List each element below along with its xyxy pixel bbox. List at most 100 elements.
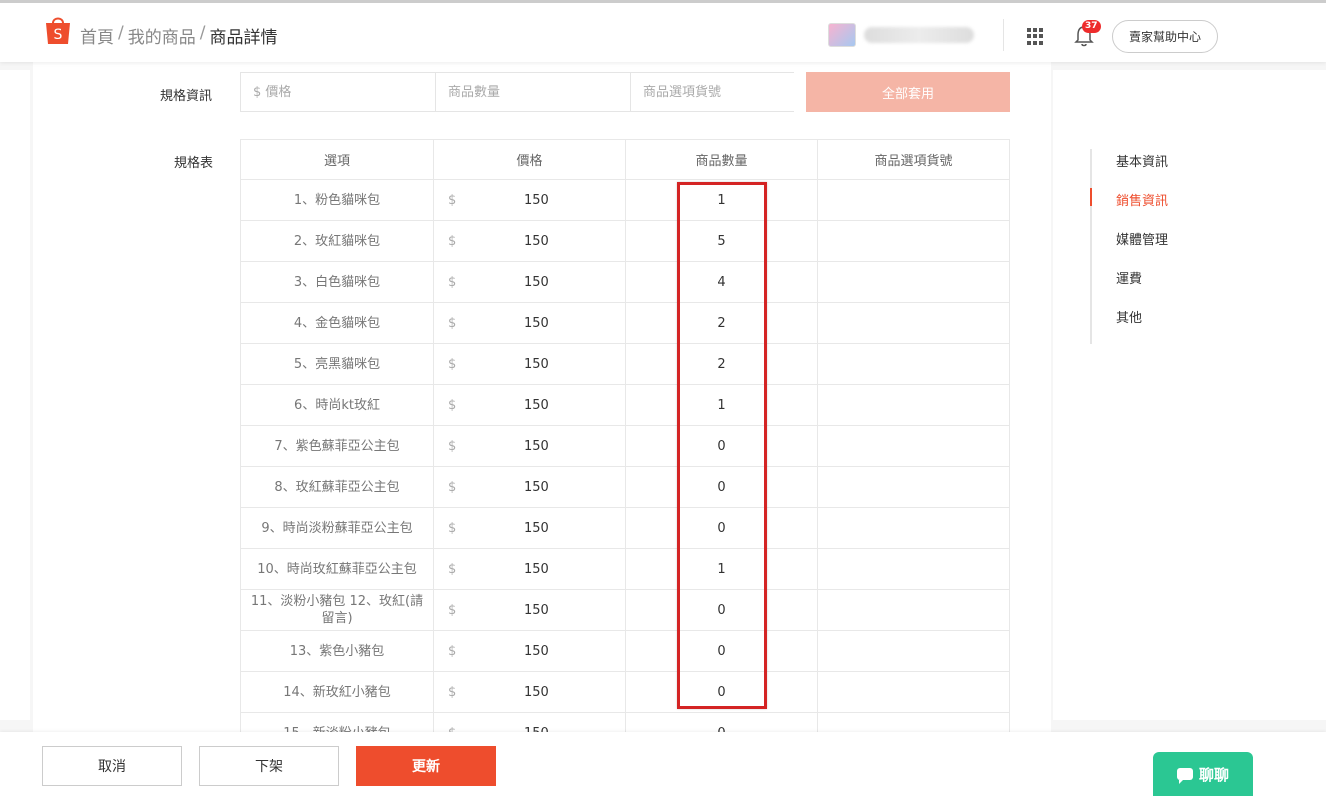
stock-cell[interactable]: 0 [626,713,818,732]
batch-stock-input[interactable] [436,73,631,111]
sku-cell[interactable] [818,549,1009,589]
price-value[interactable]: 150 [524,603,549,618]
sku-cell[interactable] [818,713,1009,732]
price-cell[interactable]: $150 [434,344,626,384]
sku-cell[interactable] [818,590,1009,630]
chat-button[interactable]: 聊聊 [1153,752,1253,796]
price-cell[interactable]: $150 [434,549,626,589]
breadcrumb: 首頁 / 我的商品 / 商品詳情 [80,23,277,48]
option-cell: 11、淡粉小豬包 12、玫紅(請留言) [241,590,434,630]
price-value[interactable]: 150 [524,193,549,208]
price-value[interactable]: 150 [524,234,549,249]
price-cell[interactable]: $150 [434,508,626,548]
column-header-stock: 商品數量 [626,140,818,179]
stock-cell[interactable]: 5 [626,221,818,261]
price-value[interactable]: 150 [524,480,549,495]
chat-label: 聊聊 [1198,765,1229,784]
sku-cell[interactable] [818,631,1009,671]
stock-cell[interactable]: 1 [626,180,818,220]
shop-avatar[interactable] [828,23,856,47]
sku-cell[interactable] [818,385,1009,425]
price-value[interactable]: 150 [524,439,549,454]
price-cell[interactable]: $150 [434,467,626,507]
cancel-button[interactable]: 取消 [42,746,182,786]
option-cell: 6、時尚kt玫紅 [241,385,434,425]
left-background-strip [0,70,30,720]
price-value[interactable]: 150 [524,562,549,577]
currency-symbol: $ [448,602,457,618]
sku-cell[interactable] [818,426,1009,466]
stock-cell[interactable]: 0 [626,672,818,712]
header-divider [1003,19,1004,51]
unlist-button[interactable]: 下架 [199,746,339,786]
breadcrumb-separator: / [199,23,206,43]
price-cell[interactable]: $150 [434,303,626,343]
price-cell[interactable]: $150 [434,262,626,302]
stock-cell[interactable]: 2 [626,344,818,384]
sku-cell[interactable] [818,508,1009,548]
table-row: 10、時尚玫紅蘇菲亞公主包 $150 1 [241,549,1009,590]
breadcrumb-my-products[interactable]: 我的商品 [128,23,196,48]
breadcrumb-home[interactable]: 首頁 [80,23,114,48]
sku-cell[interactable] [818,221,1009,261]
price-cell[interactable]: $150 [434,631,626,671]
seller-help-center-button[interactable]: 賣家幫助中心 [1112,20,1218,53]
option-cell: 2、玫紅貓咪包 [241,221,434,261]
apply-all-button[interactable]: 全部套用 [806,72,1010,112]
shopee-logo-icon[interactable]: S [44,15,72,45]
stock-cell[interactable]: 1 [626,385,818,425]
stock-cell[interactable]: 0 [626,426,818,466]
breadcrumb-separator: / [118,23,124,43]
price-value[interactable]: 150 [524,357,549,372]
stock-cell[interactable]: 0 [626,508,818,548]
sku-cell[interactable] [818,180,1009,220]
price-cell[interactable]: $150 [434,672,626,712]
sku-cell[interactable] [818,303,1009,343]
batch-price-input[interactable] [241,73,436,111]
currency-symbol: $ [448,192,457,208]
currency-symbol: $ [448,520,457,536]
table-row: 5、亮黑貓咪包 $150 2 [241,344,1009,385]
nav-sales-info[interactable]: 銷售資訊 [1090,188,1270,227]
stock-cell[interactable]: 2 [626,303,818,343]
option-cell: 13、紫色小豬包 [241,631,434,671]
currency-symbol: $ [448,438,457,454]
stock-cell[interactable]: 4 [626,262,818,302]
apps-grid-icon[interactable] [1027,28,1044,45]
price-cell[interactable]: $150 [434,385,626,425]
currency-symbol: $ [448,561,457,577]
price-cell[interactable]: $150 [434,221,626,261]
batch-sku-input[interactable] [631,73,825,111]
option-cell: 9、時尚淡粉蘇菲亞公主包 [241,508,434,548]
price-value[interactable]: 150 [524,398,549,413]
sku-cell[interactable] [818,672,1009,712]
nav-shipping[interactable]: 運費 [1092,266,1270,305]
table-header-row: 選項 價格 商品數量 商品選項貨號 [241,139,1009,180]
price-value[interactable]: 150 [524,685,549,700]
price-value[interactable]: 150 [524,316,549,331]
shop-name-blurred[interactable] [864,27,974,43]
price-value[interactable]: 150 [524,521,549,536]
price-value[interactable]: 150 [524,644,549,659]
price-cell[interactable]: $150 [434,713,626,732]
option-cell: 15、新淡粉小豬包 [241,713,434,732]
price-cell[interactable]: $150 [434,426,626,466]
stock-cell[interactable]: 1 [626,549,818,589]
nav-media-management[interactable]: 媒體管理 [1092,227,1270,266]
option-cell: 14、新玫紅小豬包 [241,672,434,712]
price-cell[interactable]: $150 [434,180,626,220]
sku-cell[interactable] [818,344,1009,384]
price-cell[interactable]: $150 [434,590,626,630]
stock-cell[interactable]: 0 [626,467,818,507]
sku-cell[interactable] [818,262,1009,302]
nav-others[interactable]: 其他 [1092,305,1270,344]
top-header: S 首頁 / 我的商品 / 商品詳情 37 賣家幫助中心 [0,0,1326,62]
update-button[interactable]: 更新 [356,746,496,786]
stock-cell[interactable]: 0 [626,631,818,671]
table-row: 3、白色貓咪包 $150 4 [241,262,1009,303]
nav-basic-info[interactable]: 基本資訊 [1092,149,1270,188]
sku-cell[interactable] [818,467,1009,507]
stock-cell[interactable]: 0 [626,590,818,630]
option-cell: 4、金色貓咪包 [241,303,434,343]
price-value[interactable]: 150 [524,275,549,290]
